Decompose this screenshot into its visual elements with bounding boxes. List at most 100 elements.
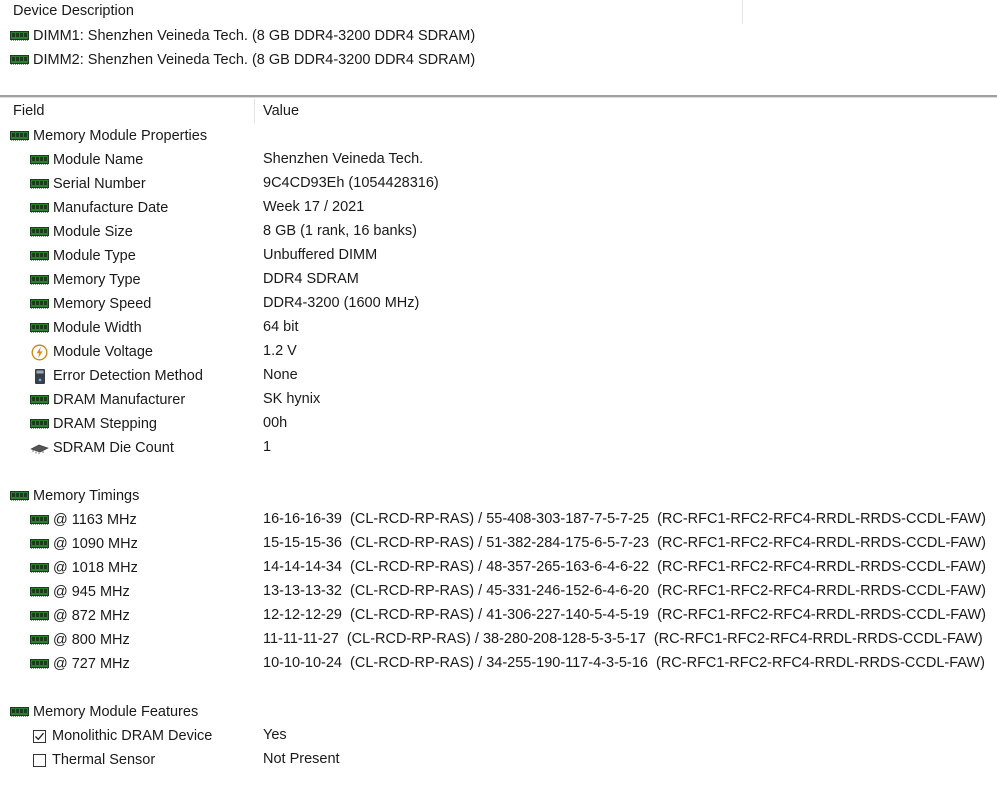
field-label: Monolithic DRAM Device	[52, 728, 213, 744]
list-item[interactable]: Module Width 64 bit	[0, 316, 997, 340]
checkbox-checked[interactable]	[33, 729, 46, 743]
ram-icon	[30, 202, 49, 214]
list-item[interactable]: @ 1018 MHz 14-14-14-34 (CL-RCD-RP-RAS) / …	[0, 556, 997, 580]
section-title-wrap: Memory Module Properties	[10, 124, 207, 148]
device-item-label: DIMM2: Shenzhen Veineda Tech. (8 GB DDR4…	[33, 52, 476, 68]
ram-icon	[30, 250, 49, 262]
list-item[interactable]: SDRAM Die Count 1	[0, 436, 997, 460]
ram-icon	[10, 130, 29, 142]
list-item[interactable]: Thermal Sensor Not Present	[0, 748, 997, 772]
field-cell: Module Type	[30, 244, 136, 268]
ram-icon	[30, 418, 49, 430]
field-label: @ 872 MHz	[53, 608, 130, 624]
value-cell: 11-11-11-27 (CL-RCD-RP-RAS) / 38-280-208…	[263, 631, 983, 647]
value-cell: 16-16-16-39 (CL-RCD-RP-RAS) / 55-408-303…	[263, 511, 986, 527]
value-cell: 1.2 V	[263, 343, 297, 359]
ram-icon	[30, 634, 49, 646]
list-item[interactable]: @ 945 MHz 13-13-13-32 (CL-RCD-RP-RAS) / 4…	[0, 580, 997, 604]
pane-divider	[0, 97, 997, 98]
value-cell: 12-12-12-29 (CL-RCD-RP-RAS) / 41-306-227…	[263, 607, 986, 623]
checkbox-unchecked[interactable]	[33, 753, 46, 767]
ram-icon	[10, 706, 29, 718]
list-item[interactable]: Module Type Unbuffered DIMM	[0, 244, 997, 268]
column-header-field-label: Field	[13, 103, 45, 119]
ram-icon	[10, 54, 29, 66]
field-cell: @ 727 MHz	[30, 652, 130, 676]
field-cell: Module Width	[30, 316, 142, 340]
device-description-pane: Device Description DIMM1: Shenzhen Veine…	[0, 0, 997, 95]
field-label: @ 945 MHz	[53, 584, 130, 600]
device-description-header[interactable]: Device Description	[0, 0, 743, 24]
list-item[interactable]: DRAM Manufacturer SK hynix	[0, 388, 997, 412]
ram-icon	[30, 514, 49, 526]
field-cell: DRAM Stepping	[30, 412, 157, 436]
list-item[interactable]: Monolithic DRAM Device Yes	[0, 724, 997, 748]
chip-icon	[30, 442, 49, 454]
field-cell: Serial Number	[30, 172, 146, 196]
section-timings[interactable]: Memory Timings	[0, 484, 997, 508]
list-item[interactable]: DRAM Stepping 00h	[0, 412, 997, 436]
field-label: Thermal Sensor	[52, 752, 156, 768]
field-cell: @ 800 MHz	[30, 628, 130, 652]
field-cell: SDRAM Die Count	[30, 436, 174, 460]
field-cell: Thermal Sensor	[30, 748, 155, 772]
field-cell: Manufacture Date	[30, 196, 168, 220]
ram-icon	[30, 610, 49, 622]
voltage-icon	[30, 344, 49, 360]
field-label: Serial Number	[53, 176, 146, 192]
device-item-dimm2[interactable]: DIMM2: Shenzhen Veineda Tech. (8 GB DDR4…	[10, 48, 475, 72]
section-title-wrap: Memory Module Features	[10, 700, 198, 724]
column-header-field[interactable]: Field	[0, 99, 255, 123]
device-description-header-label: Device Description	[13, 3, 134, 19]
value-cell: Not Present	[263, 751, 340, 767]
ram-icon	[30, 154, 49, 166]
field-label: Module Voltage	[53, 344, 153, 360]
section-properties[interactable]: Memory Module Properties	[0, 124, 997, 148]
list-item[interactable]: Error Detection Method None	[0, 364, 997, 388]
field-cell: @ 1163 MHz	[30, 508, 137, 532]
column-header-value[interactable]: Value	[256, 99, 996, 123]
list-item[interactable]: @ 800 MHz 11-11-11-27 (CL-RCD-RP-RAS) / 3…	[0, 628, 997, 652]
ram-icon	[30, 178, 49, 190]
list-item[interactable]: Module Name Shenzhen Veineda Tech.	[0, 148, 997, 172]
list-item[interactable]: @ 1163 MHz 16-16-16-39 (CL-RCD-RP-RAS) / …	[0, 508, 997, 532]
value-cell: 9C4CD93Eh (1054428316)	[263, 175, 439, 191]
section-title-wrap: Memory Timings	[10, 484, 139, 508]
ram-icon	[30, 562, 49, 574]
list-item[interactable]: Manufacture Date Week 17 / 2021	[0, 196, 997, 220]
value-cell: 1	[263, 439, 272, 455]
field-cell: Monolithic DRAM Device	[30, 724, 212, 748]
field-label: Memory Type	[53, 272, 141, 288]
field-cell: Module Voltage	[30, 340, 153, 364]
field-label: Module Name	[53, 152, 144, 168]
value-cell: 15-15-15-36 (CL-RCD-RP-RAS) / 51-382-284…	[263, 535, 986, 551]
list-item[interactable]: Serial Number 9C4CD93Eh (1054428316)	[0, 172, 997, 196]
value-cell: 00h	[263, 415, 288, 431]
list-item[interactable]: Module Size 8 GB (1 rank, 16 banks)	[0, 220, 997, 244]
field-cell: Module Name	[30, 148, 143, 172]
value-cell: Shenzhen Veineda Tech.	[263, 151, 424, 167]
list-item[interactable]: @ 727 MHz 10-10-10-24 (CL-RCD-RP-RAS) / 3…	[0, 652, 997, 676]
value-cell: SK hynix	[263, 391, 321, 407]
ram-icon	[30, 394, 49, 406]
list-item[interactable]: Module Voltage 1.2 V	[0, 340, 997, 364]
field-label: Error Detection Method	[53, 368, 203, 384]
list-item[interactable]: Memory Type DDR4 SDRAM	[0, 268, 997, 292]
field-cell: Memory Type	[30, 268, 141, 292]
list-item[interactable]: @ 872 MHz 12-12-12-29 (CL-RCD-RP-RAS) / 4…	[0, 604, 997, 628]
device-item-dimm1[interactable]: DIMM1: Shenzhen Veineda Tech. (8 GB DDR4…	[10, 24, 475, 48]
list-item[interactable]: @ 1090 MHz 15-15-15-36 (CL-RCD-RP-RAS) / …	[0, 532, 997, 556]
section-title: Memory Timings	[33, 488, 140, 504]
section-title: Memory Module Properties	[33, 128, 208, 144]
value-cell: 13-13-13-32 (CL-RCD-RP-RAS) / 45-331-246…	[263, 583, 986, 599]
section-features[interactable]: Memory Module Features	[0, 700, 997, 724]
ram-icon	[30, 274, 49, 286]
field-label: @ 1163 MHz	[53, 512, 137, 528]
value-cell: 64 bit	[263, 319, 299, 335]
section-title: Memory Module Features	[33, 704, 199, 720]
list-item[interactable]: Memory Speed DDR4-3200 (1600 MHz)	[0, 292, 997, 316]
value-cell: Unbuffered DIMM	[263, 247, 378, 263]
value-cell: DDR4 SDRAM	[263, 271, 359, 287]
field-label: SDRAM Die Count	[53, 440, 174, 456]
field-cell: Memory Speed	[30, 292, 151, 316]
